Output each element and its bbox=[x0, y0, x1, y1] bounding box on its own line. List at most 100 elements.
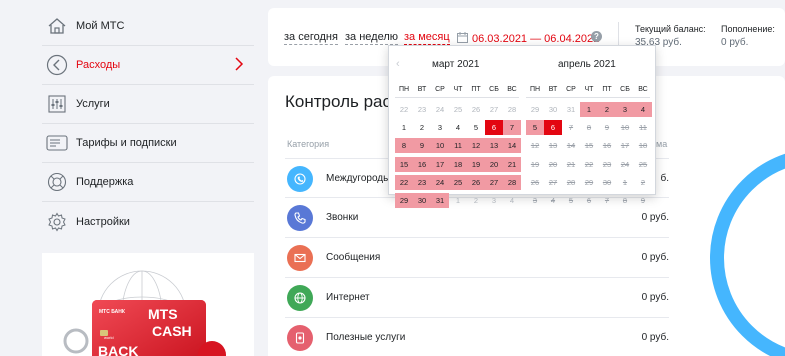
table-row[interactable]: Сообщения 0 руб. bbox=[285, 238, 669, 278]
calendar-day: 21 bbox=[566, 159, 576, 169]
period-month-link[interactable]: за месяц bbox=[404, 31, 450, 45]
calendar-day[interactable]: 31 bbox=[431, 193, 449, 208]
calendar-day[interactable]: 15 bbox=[395, 156, 413, 172]
page: Мой МТС Расходы Услуги Тарифы и подписки bbox=[0, 0, 785, 356]
category-amount: 0 руб. bbox=[641, 252, 669, 263]
date-range-calendar: ‹ март 2021 апрель 2021 ПН ВТ СР ЧТ ПТ СБ ВС 22… bbox=[388, 45, 656, 208]
calendar-day[interactable]: 13 bbox=[485, 138, 503, 154]
calendar-day[interactable]: 4 bbox=[449, 120, 467, 135]
weekday-label: ЧТ bbox=[584, 86, 594, 93]
calendar-day[interactable]: 23 bbox=[413, 174, 431, 190]
sidebar-item-label: Расходы bbox=[76, 59, 121, 71]
calendar-day[interactable]: 12 bbox=[467, 138, 485, 154]
sidebar-item-settings[interactable]: Настройки bbox=[42, 202, 254, 241]
category-amount: б. bbox=[660, 173, 669, 184]
calendar-day: 9 bbox=[604, 123, 610, 133]
topup-label: Пополнение: bbox=[721, 24, 775, 34]
calendar-day[interactable]: 6 bbox=[544, 120, 562, 136]
promo-brand: МТС БАНК bbox=[99, 309, 126, 315]
weekday-label: СБ bbox=[620, 86, 630, 93]
calendar-day[interactable]: 28 bbox=[503, 174, 521, 190]
calendar-day: 1 bbox=[455, 196, 461, 205]
envelope-icon bbox=[287, 245, 313, 271]
calendar-day[interactable]: 29 bbox=[395, 193, 413, 208]
calendar-day[interactable]: 24 bbox=[431, 174, 449, 190]
column-header-category: Категория bbox=[287, 139, 330, 149]
arrow-left-circle-icon bbox=[46, 54, 68, 76]
calendar-day: 12 bbox=[530, 141, 540, 151]
calendar-day: 26 bbox=[471, 105, 481, 114]
sim-card-icon bbox=[46, 132, 68, 154]
month-title-april: апрель 2021 bbox=[558, 59, 616, 70]
promo-line2: CASH bbox=[152, 323, 192, 339]
calendar-day: 3 bbox=[491, 196, 497, 205]
calendar-day: 2 bbox=[640, 177, 646, 187]
calendar-day: 27 bbox=[489, 105, 499, 114]
calendar-day[interactable]: 10 bbox=[431, 138, 449, 154]
period-today-link[interactable]: за сегодня bbox=[284, 31, 338, 45]
table-row[interactable]: Интернет 0 руб. bbox=[285, 278, 669, 318]
calendar-day[interactable]: 11 bbox=[449, 138, 467, 154]
calendar-day[interactable]: 3 bbox=[616, 102, 634, 117]
calendar-day[interactable]: 2 bbox=[413, 120, 431, 135]
globe-phone-icon bbox=[287, 166, 313, 192]
lifebuoy-icon bbox=[46, 171, 68, 193]
calendar-day: 14 bbox=[566, 141, 576, 151]
weekday-divider bbox=[526, 97, 650, 98]
calendar-day[interactable]: 20 bbox=[485, 156, 503, 172]
calendar-day[interactable]: 1 bbox=[395, 120, 413, 135]
calendar-day[interactable]: 25 bbox=[449, 174, 467, 190]
calendar-day: 23 bbox=[417, 105, 427, 114]
service-icon bbox=[287, 325, 313, 351]
sidebar-item-label: Тарифы и подписки bbox=[76, 137, 177, 149]
calendar-day: 13 bbox=[548, 141, 558, 151]
sidebar-item-services[interactable]: Услуги bbox=[42, 85, 254, 124]
calendar-day[interactable]: 6 bbox=[485, 120, 503, 136]
weekday-divider bbox=[395, 97, 519, 98]
calendar-day[interactable]: 14 bbox=[503, 138, 521, 154]
phone-icon bbox=[287, 205, 313, 231]
calendar-day[interactable]: 21 bbox=[503, 156, 521, 172]
calendar-day: 15 bbox=[584, 141, 594, 151]
promo-line1: MTS bbox=[148, 306, 178, 322]
calendar-day: 7 bbox=[568, 123, 574, 133]
calendar-day: 31 bbox=[566, 105, 576, 114]
calendar-day[interactable]: 19 bbox=[467, 156, 485, 172]
calendar-day[interactable]: 16 bbox=[413, 156, 431, 172]
calendar-day: 1 bbox=[622, 177, 628, 187]
calendar-day[interactable]: 8 bbox=[395, 138, 413, 154]
calendar-day[interactable]: 9 bbox=[413, 138, 431, 154]
expense-donut-chart bbox=[710, 148, 785, 356]
calendar-day: 25 bbox=[638, 159, 648, 169]
calendar-day[interactable]: 2 bbox=[598, 102, 616, 117]
calendar-day[interactable]: 30 bbox=[413, 193, 431, 208]
calendar-day[interactable]: 17 bbox=[431, 156, 449, 172]
sidebar-item-tariffs[interactable]: Тарифы и подписки bbox=[42, 124, 254, 163]
calendar-day[interactable]: 27 bbox=[485, 174, 503, 190]
calendar-day[interactable]: 7 bbox=[503, 120, 521, 136]
sidebar-item-my-mts[interactable]: Мой МТС bbox=[42, 7, 254, 46]
calendar-day: 30 bbox=[548, 105, 558, 114]
calendar-day: 8 bbox=[586, 123, 592, 133]
calendar-day[interactable]: 4 bbox=[634, 102, 652, 117]
sidebar-item-expenses[interactable]: Расходы bbox=[42, 46, 254, 85]
gear-icon bbox=[46, 211, 68, 233]
sidebar: Мой МТС Расходы Услуги Тарифы и подписки bbox=[0, 0, 268, 356]
calendar-day[interactable]: 22 bbox=[395, 174, 413, 190]
calendar-day: 16 bbox=[602, 141, 612, 151]
category-amount: 0 руб. bbox=[641, 292, 669, 303]
table-row[interactable]: Полезные услуги 0 руб. bbox=[285, 318, 669, 356]
calendar-day[interactable]: 18 bbox=[449, 156, 467, 172]
calendar-day[interactable]: 5 bbox=[526, 120, 544, 136]
calendar-day[interactable]: 3 bbox=[431, 120, 449, 135]
calendar-day[interactable]: 5 bbox=[467, 120, 485, 135]
prev-month-button[interactable]: ‹ bbox=[396, 58, 400, 70]
calendar-day[interactable]: 26 bbox=[467, 174, 485, 190]
sidebar-item-label: Мой МТС bbox=[76, 20, 125, 32]
sidebar-item-support[interactable]: Поддержка bbox=[42, 163, 254, 202]
help-icon[interactable]: ? bbox=[591, 31, 602, 42]
calendar-day: 4 bbox=[550, 196, 556, 205]
period-week-link[interactable]: за неделю bbox=[345, 31, 399, 45]
calendar-day[interactable]: 1 bbox=[580, 102, 598, 117]
promo-banner[interactable]: МТС БАНК MTS CASH BACK world bbox=[42, 253, 254, 356]
